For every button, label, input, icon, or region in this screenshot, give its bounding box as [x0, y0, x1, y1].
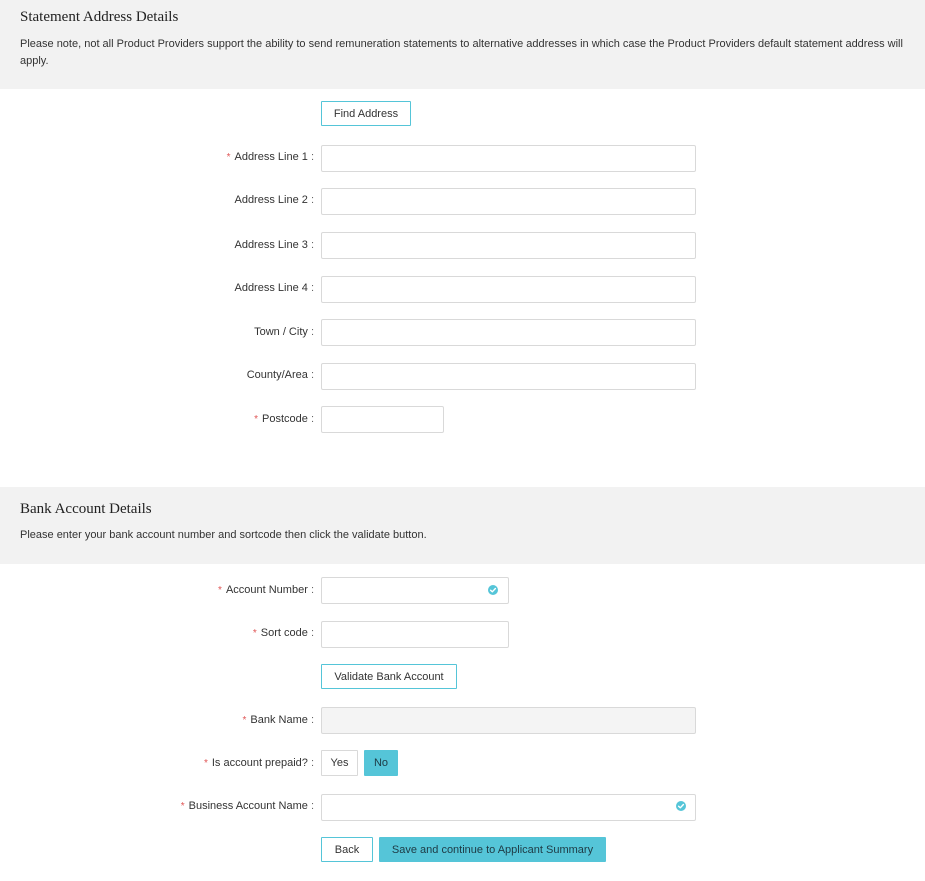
bank-name-label: * Bank Name : — [242, 714, 314, 726]
statement-header: Statement Address Details Please note, n… — [0, 0, 925, 89]
bank-name-input — [321, 707, 696, 734]
check-circle-icon — [676, 801, 686, 811]
address-line-4-label: Address Line 4 : — [234, 282, 314, 294]
address-line-3-input[interactable] — [321, 232, 696, 259]
town-city-input[interactable] — [321, 319, 696, 346]
required-marker: * — [203, 758, 208, 769]
business-account-name-input[interactable] — [321, 794, 696, 821]
required-marker: * — [254, 414, 258, 425]
is-prepaid-label: * Is account prepaid? : — [203, 757, 314, 769]
bank-title: Bank Account Details — [20, 501, 152, 517]
statement-title: Statement Address Details — [20, 9, 179, 25]
required-marker: * — [218, 585, 222, 596]
required-marker: * — [242, 715, 247, 726]
bank-note: Please enter your bank account number an… — [20, 529, 427, 541]
bank-header: Bank Account Details Please enter your b… — [0, 487, 925, 564]
prepaid-no-button[interactable]: No — [364, 750, 398, 776]
town-city-label: Town / City : — [254, 326, 314, 338]
required-marker: * — [180, 801, 185, 812]
postcode-label: * Postcode : — [254, 413, 314, 425]
county-area-input[interactable] — [321, 363, 696, 390]
sort-code-input[interactable] — [321, 621, 509, 648]
check-circle-icon — [488, 585, 498, 595]
address-line-2-label: Address Line 2 : — [234, 194, 314, 206]
account-number-label: * Account Number : — [218, 584, 314, 596]
validate-bank-account-button[interactable]: Validate Bank Account — [321, 664, 457, 689]
county-area-label: County/Area : — [246, 369, 314, 381]
required-marker: * — [252, 628, 257, 639]
address-line-1-label: * Address Line 1 : — [226, 151, 314, 163]
account-number-input[interactable] — [321, 577, 509, 604]
find-address-button[interactable]: Find Address — [321, 101, 411, 126]
postcode-input[interactable] — [321, 406, 444, 433]
prepaid-yes-button[interactable]: Yes — [321, 750, 358, 776]
back-button[interactable]: Back — [321, 837, 373, 862]
business-account-name-label: * Business Account Name : — [180, 800, 314, 812]
save-continue-button[interactable]: Save and continue to Applicant Summary — [379, 837, 606, 862]
address-line-2-input[interactable] — [321, 188, 696, 215]
required-marker: * — [226, 152, 231, 163]
address-line-4-input[interactable] — [321, 276, 696, 303]
address-line-3-label: Address Line 3 : — [234, 239, 314, 251]
statement-note: Please note, not all Product Providers s… — [20, 38, 903, 67]
address-line-1-input[interactable] — [321, 145, 696, 172]
sort-code-label: * Sort code : — [252, 627, 314, 639]
